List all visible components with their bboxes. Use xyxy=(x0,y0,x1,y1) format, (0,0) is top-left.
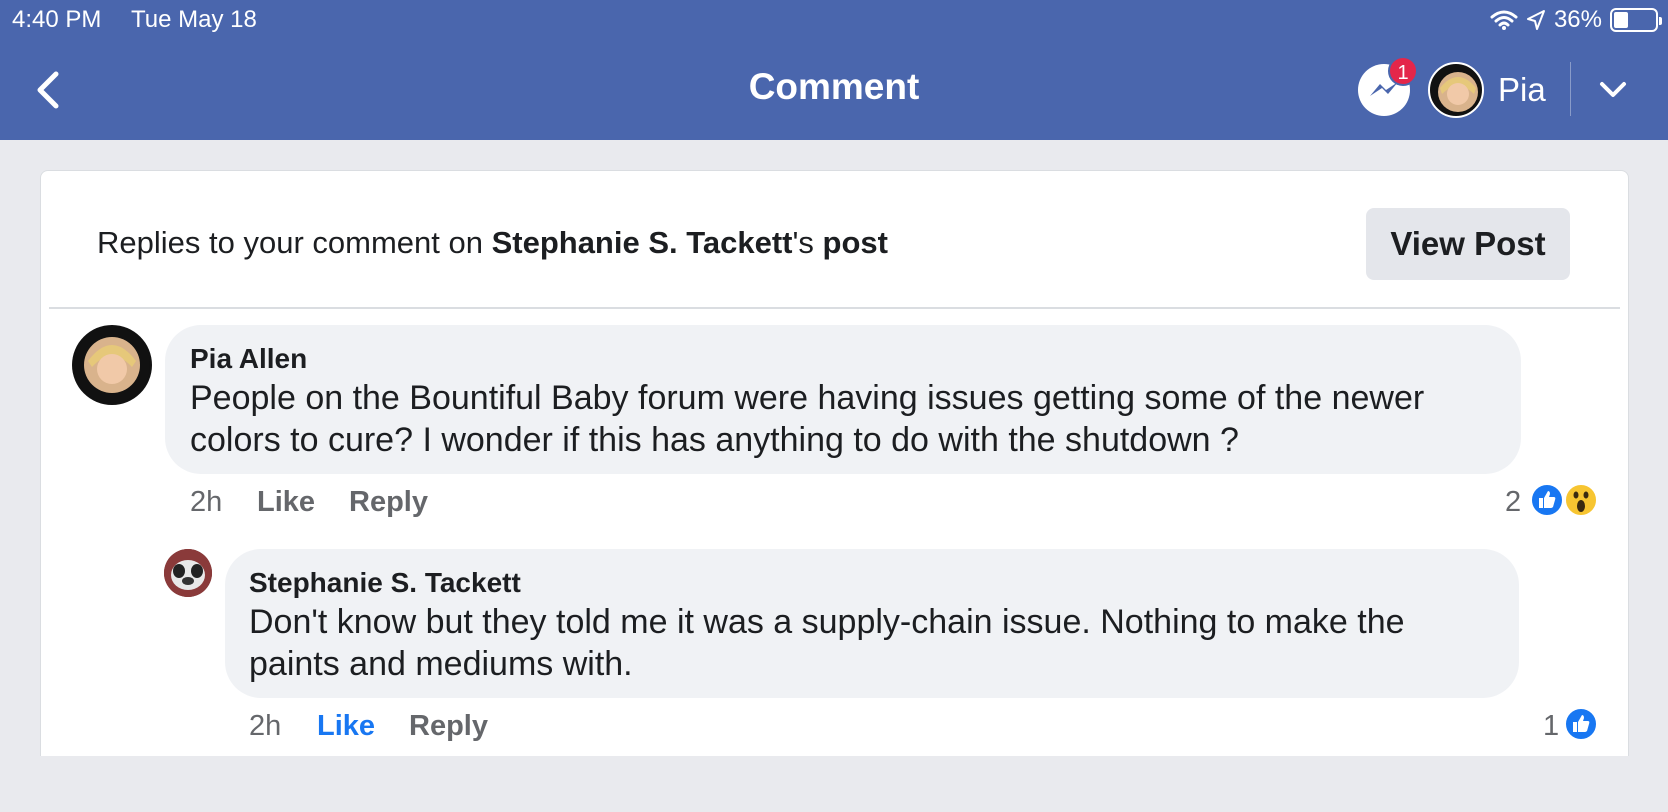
comment-line: colors to cure? I wonder if this has any… xyxy=(190,421,1239,459)
replies-header: Replies to your comment on Stephanie S. … xyxy=(97,225,888,261)
reaction-count[interactable]: 1 xyxy=(1543,710,1559,743)
divider xyxy=(49,307,1620,309)
like-button[interactable]: Like xyxy=(317,710,375,743)
status-date: Tue May 18 xyxy=(131,6,257,33)
location-arrow-icon xyxy=(1526,10,1545,30)
like-reaction-icon[interactable] xyxy=(1530,483,1564,517)
comment-line: paints and mediums with. xyxy=(249,645,633,683)
nav-divider xyxy=(1570,62,1571,116)
reply-button[interactable]: Reply xyxy=(409,710,488,743)
like-reaction-icon[interactable] xyxy=(1564,707,1598,741)
user-avatar[interactable] xyxy=(1428,62,1484,118)
comment-card: Replies to your comment on Stephanie S. … xyxy=(40,170,1629,756)
chevron-down-icon[interactable] xyxy=(1598,76,1628,102)
battery-percent: 36% xyxy=(1553,6,1602,33)
wifi-icon xyxy=(1490,10,1518,30)
like-button[interactable]: Like xyxy=(257,486,315,519)
post-link[interactable]: post xyxy=(823,225,888,260)
top-bar: 4:40 PM Tue May 18 36% Comment 1 Pia xyxy=(0,0,1668,140)
comment-line: People on the Bountiful Baby forum were … xyxy=(190,379,1425,417)
avatar[interactable] xyxy=(164,549,212,597)
back-arrow-icon[interactable] xyxy=(30,68,66,112)
reply-button[interactable]: Reply xyxy=(349,486,428,519)
view-post-button[interactable]: View Post xyxy=(1366,208,1570,280)
wow-reaction-icon[interactable] xyxy=(1564,483,1598,517)
comment-text: Don't know but they told me it was a sup… xyxy=(249,601,1405,685)
header-possessive: 's xyxy=(792,225,823,260)
avatar[interactable] xyxy=(72,325,152,405)
comment-line: Don't know but they told me it was a sup… xyxy=(249,603,1405,641)
user-name[interactable]: Pia xyxy=(1498,71,1546,109)
comment-author[interactable]: Pia Allen xyxy=(190,343,307,375)
comment-author[interactable]: Stephanie S. Tackett xyxy=(249,567,521,599)
comment-time: 2h xyxy=(190,486,223,518)
messenger-badge: 1 xyxy=(1388,56,1418,86)
comment-time: 2h xyxy=(249,710,282,742)
battery-icon xyxy=(1610,8,1662,32)
post-author-link[interactable]: Stephanie S. Tackett xyxy=(492,225,793,260)
status-indicators: 36% xyxy=(1490,6,1662,34)
status-time: 4:40 PM xyxy=(12,6,102,33)
comment-text: People on the Bountiful Baby forum were … xyxy=(190,377,1424,461)
header-prefix: Replies to your comment on xyxy=(97,225,492,260)
reaction-count[interactable]: 2 xyxy=(1505,486,1521,519)
